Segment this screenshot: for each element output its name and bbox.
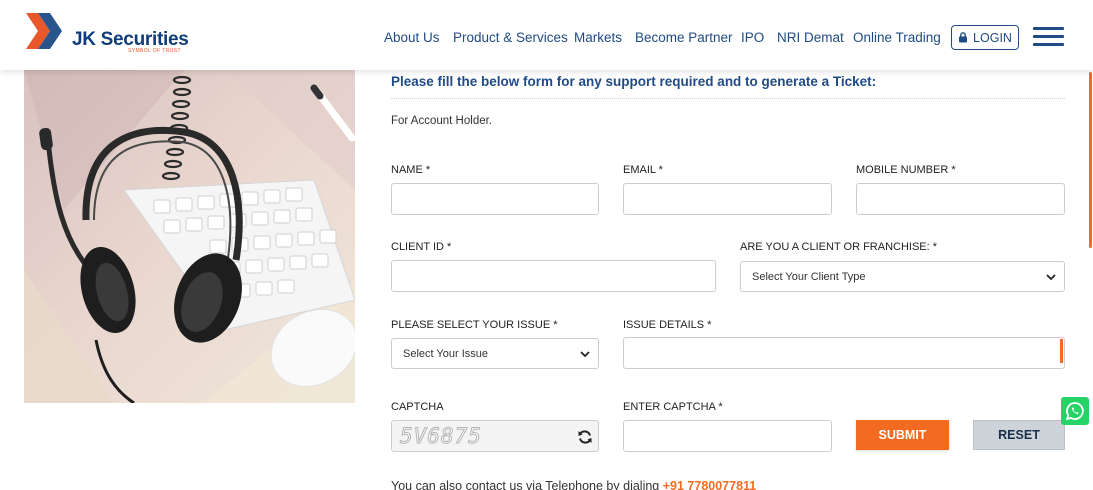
brand-tagline: SYMBOL OF TRUST [128,48,181,54]
headphones-illustration [24,70,355,403]
lock-icon [959,32,968,43]
client-type-selected: Select Your Client Type [752,270,866,283]
mobile-label: MOBILE NUMBER * [856,164,956,176]
nav-item-product-services[interactable]: Product & Services [453,30,568,45]
chevron-down-icon [580,351,590,358]
name-input[interactable] [391,183,599,215]
title-divider [391,98,1065,99]
login-button[interactable]: LOGIN [951,25,1019,50]
whatsapp-icon [1065,402,1084,421]
site-header: JK Securities SYMBOL OF TRUST About Us P… [0,0,1093,70]
contact-text: You can also contact us via Telephone by… [391,479,660,490]
client-type-select[interactable]: Select Your Client Type [740,261,1065,292]
email-label: EMAIL * [623,164,663,176]
issue-details-textarea[interactable] [623,337,1065,369]
whatsapp-button[interactable] [1061,397,1089,425]
client-type-label: ARE YOU A CLIENT OR FRANCHISE: * [740,241,938,253]
issue-select[interactable]: Select Your Issue [391,338,599,369]
enter-captcha-input[interactable] [623,420,832,452]
reset-button[interactable]: RESET [973,420,1065,450]
form-title: Please fill the below form for any suppo… [391,74,877,89]
contact-phone-link[interactable]: +91 7780077811 [663,479,757,490]
enter-captcha-label: ENTER CAPTCHA * [623,401,723,413]
mobile-input[interactable] [856,183,1065,215]
textarea-scrollbar[interactable] [1060,339,1063,363]
nav-item-ipo[interactable]: IPO [741,30,764,45]
client-id-input[interactable] [391,260,716,292]
captcha-code: 5V6875 [400,424,482,449]
name-label: NAME * [391,164,431,176]
support-headphones-image [24,70,355,403]
captcha-label: CAPTCHA [391,401,444,413]
hamburger-menu-icon[interactable] [1033,27,1064,47]
nav-item-about-us[interactable]: About Us [384,30,440,45]
captcha-image: 5V6875 [391,420,599,452]
contact-line: You can also contact us via Telephone by… [391,479,756,490]
issue-selected: Select Your Issue [403,347,489,360]
brand-logo[interactable]: JK Securities SYMBOL OF TRUST [24,11,189,57]
nav-item-nri-demat[interactable]: NRI Demat [777,30,844,45]
chevron-down-icon [1046,274,1056,281]
refresh-icon[interactable] [577,429,593,445]
page-scrollbar[interactable] [1089,72,1092,248]
email-input[interactable] [623,183,832,215]
logo-mark-icon [26,13,62,49]
login-label: LOGIN [973,30,1012,45]
form-subtitle: For Account Holder. [391,115,492,127]
client-id-label: CLIENT ID * [391,241,452,253]
issue-label: PLEASE SELECT YOUR ISSUE * [391,319,558,331]
issue-details-label: ISSUE DETAILS * [623,319,712,331]
nav-item-markets[interactable]: Markets [574,30,622,45]
nav-item-online-trading[interactable]: Online Trading [853,30,941,45]
nav-item-become-partner[interactable]: Become Partner [635,30,733,45]
submit-button[interactable]: SUBMIT [856,420,949,450]
